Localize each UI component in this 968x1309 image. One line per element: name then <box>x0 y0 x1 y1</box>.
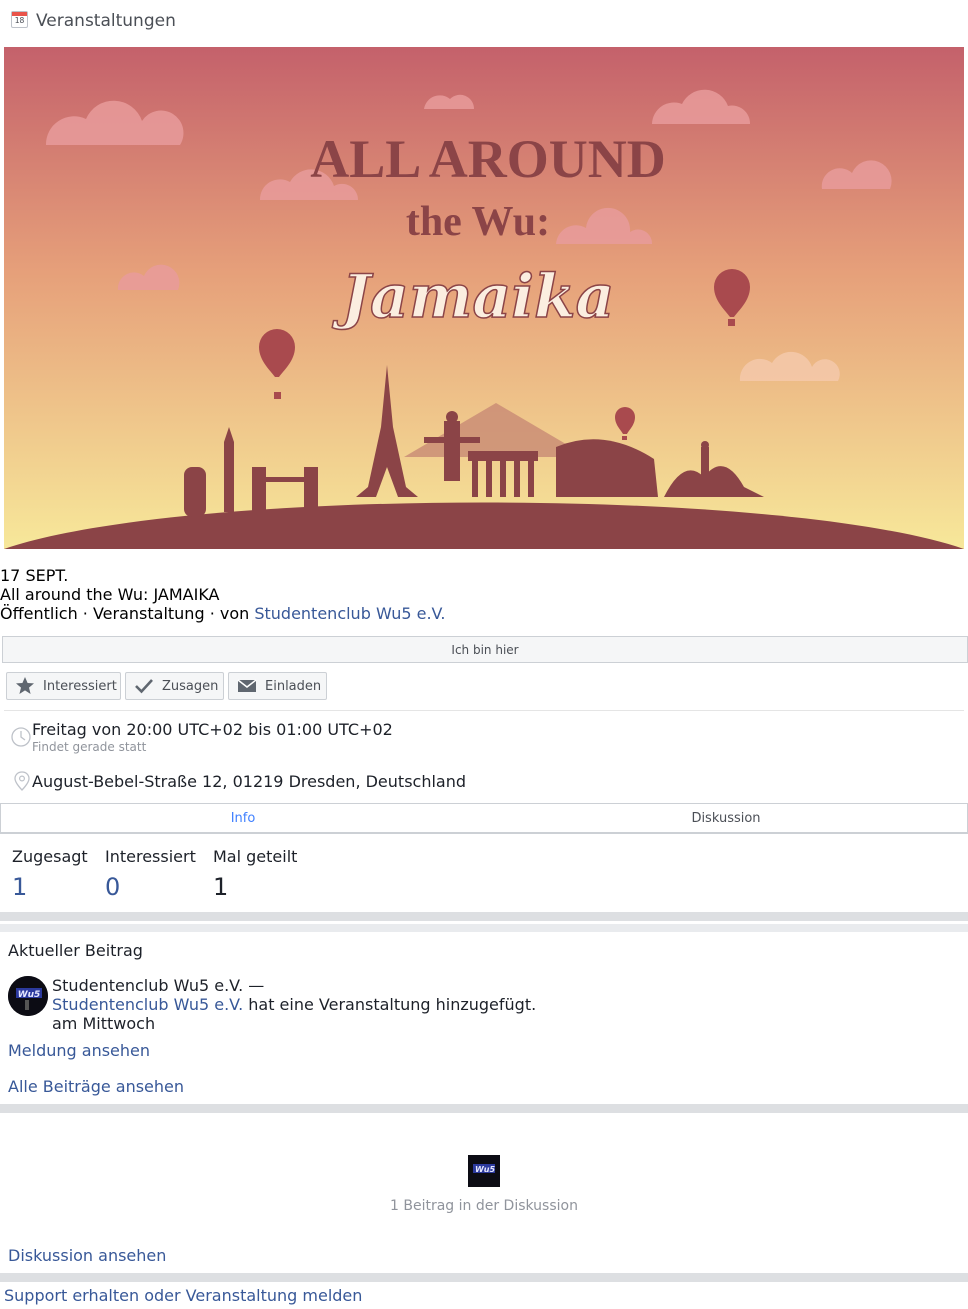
section-separator <box>0 1273 968 1282</box>
post-author: Studentenclub Wu5 e.V. — <box>52 976 265 995</box>
stat-shared-value: 1 <box>213 873 229 901</box>
recent-post-title: Aktueller Beitrag <box>8 941 143 960</box>
check-icon <box>134 676 154 696</box>
svg-text:Wu5: Wu5 <box>475 1165 496 1174</box>
svg-text:Wu5: Wu5 <box>18 990 41 1000</box>
view-report-link[interactable]: Meldung ansehen <box>8 1041 150 1060</box>
event-status: Findet gerade statt <box>32 740 147 754</box>
tab-info[interactable]: Info <box>1 804 485 833</box>
divider <box>4 710 964 711</box>
invite-button[interactable]: Einladen <box>228 672 327 700</box>
calendar-icon: 18 <box>11 11 28 28</box>
event-location[interactable]: August-Bebel-Straße 12, 01219 Dresden, D… <box>32 772 466 791</box>
im-here-button[interactable]: Ich bin hier <box>2 636 968 663</box>
discussion-count: 1 Beitrag in der Diskussion <box>390 1198 578 1214</box>
post-text: Studentenclub Wu5 e.V. hat eine Veransta… <box>52 995 536 1014</box>
stat-interested-value[interactable]: 0 <box>105 873 120 901</box>
event-visibility: Öffentlich · Veranstaltung · von <box>0 604 255 623</box>
event-time: Freitag von 20:00 UTC+02 bis 01:00 UTC+0… <box>32 720 393 739</box>
event-title: All around the Wu: JAMAIKA <box>0 585 220 604</box>
avatar[interactable]: Wu5 <box>8 976 48 1016</box>
event-cover-image[interactable]: ALL AROUND the Wu: Jamaika <box>4 47 964 549</box>
tab-discussion[interactable]: Diskussion <box>485 804 967 833</box>
event-tabs: Info Diskussion <box>0 803 968 834</box>
section-separator <box>0 924 968 932</box>
going-button[interactable]: Zusagen <box>125 672 224 700</box>
event-host-link[interactable]: Studentenclub Wu5 e.V. <box>254 604 445 623</box>
support-link[interactable]: Support erhalten oder Veranstaltung meld… <box>4 1286 362 1305</box>
clock-icon <box>11 727 31 751</box>
envelope-icon <box>237 676 257 696</box>
invite-label: Einladen <box>265 678 322 694</box>
post-time[interactable]: am Mittwoch <box>52 1014 155 1033</box>
stat-shared-label: Mal geteilt <box>213 847 298 866</box>
section-separator <box>0 1104 968 1113</box>
interested-button[interactable]: Interessiert <box>6 672 121 700</box>
stat-interested-label: Interessiert <box>105 847 196 866</box>
section-separator <box>0 912 968 921</box>
location-pin-icon <box>13 771 31 795</box>
cover-title-line1: ALL AROUND <box>310 129 666 189</box>
cover-title-line2: the Wu: <box>406 199 550 245</box>
view-discussion-link[interactable]: Diskussion ansehen <box>8 1246 166 1265</box>
going-label: Zusagen <box>162 678 219 694</box>
stat-going-value[interactable]: 1 <box>12 873 27 901</box>
star-icon <box>15 676 35 696</box>
stat-going-label: Zugesagt <box>12 847 88 866</box>
page-header: 18 Veranstaltungen <box>0 0 968 42</box>
post-author-link[interactable]: Studentenclub Wu5 e.V. <box>52 995 243 1014</box>
cover-title-line3: Jamaika <box>332 262 615 332</box>
post-action: hat eine Veranstaltung hinzugefügt. <box>243 995 537 1014</box>
page-title: Veranstaltungen <box>36 11 176 31</box>
event-date: 17 SEPT. <box>0 566 69 585</box>
interested-label: Interessiert <box>43 678 117 694</box>
event-meta: Öffentlich · Veranstaltung · von Student… <box>0 604 446 623</box>
discussion-thumbnail[interactable]: Wu5 <box>468 1155 500 1187</box>
all-posts-link[interactable]: Alle Beiträge ansehen <box>8 1077 184 1096</box>
